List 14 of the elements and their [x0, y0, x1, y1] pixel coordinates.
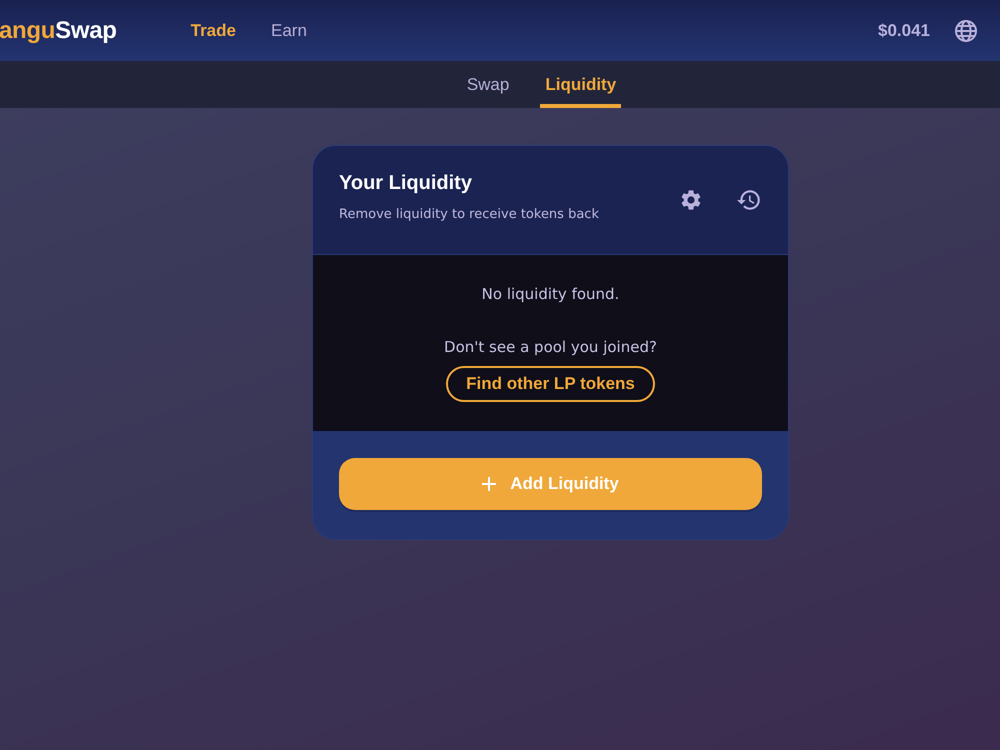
card-subtitle: Remove liquidity to receive tokens back — [339, 207, 600, 222]
nav-link[interactable]: Earn — [270, 20, 307, 40]
tab[interactable]: Liquidity — [540, 65, 622, 108]
settings-icon[interactable] — [679, 188, 703, 212]
logo-text[interactable]: anguSwap — [0, 16, 117, 44]
prompt-text: Don't see a pool you joined? — [444, 338, 657, 356]
empty-message: No liquidity found. — [482, 285, 620, 303]
tab[interactable]: Swap — [462, 65, 514, 108]
card-title: Your Liquidity — [339, 172, 473, 195]
nav-link[interactable]: Trade — [190, 20, 236, 40]
find-lp-tokens-button[interactable]: Find other LP tokens — [446, 366, 655, 402]
globe-icon[interactable] — [954, 18, 978, 42]
token-price: $0.041 — [878, 20, 930, 40]
plus-icon — [482, 477, 496, 491]
